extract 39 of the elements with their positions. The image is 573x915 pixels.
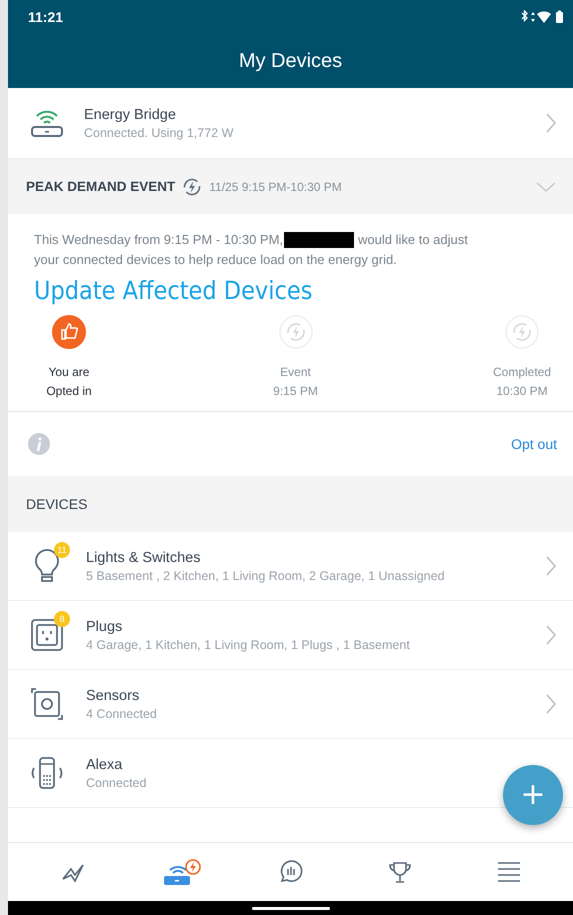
- device-status: 5 Basement , 2 Kitchen, 1 Living Room, 2 Garage, 1 Unassigned: [86, 568, 446, 582]
- section-heading: DEVICES: [26, 496, 88, 512]
- device-name: Sensors: [86, 688, 140, 704]
- step-label: Event 9:15 PM: [273, 364, 318, 400]
- router-icon[interactable]: [162, 858, 202, 886]
- event-message: your connected devices to help reduce load on the energy grid.: [34, 251, 397, 269]
- step-label: Completed 10:30 PM: [492, 364, 552, 400]
- page-title: My Devices: [238, 50, 342, 72]
- step-label: You are Opted in: [46, 364, 92, 400]
- trophy-icon[interactable]: [388, 860, 412, 884]
- menu-icon[interactable]: [496, 861, 520, 883]
- chevron-icon[interactable]: [545, 624, 557, 646]
- add-button[interactable]: +: [503, 765, 563, 825]
- device-status: 4 Garage, 1 Kitchen, 1 Living Room, 1 Plugs , 1 Basement: [86, 638, 411, 652]
- device-status: Connected: [86, 776, 148, 790]
- device-status: Connected. Using 1,772 W: [84, 126, 234, 140]
- status-time: 11:21: [28, 9, 64, 25]
- update-link[interactable]: Update Affected Devices: [34, 276, 312, 305]
- opt-out-link[interactable]: Opt out: [511, 436, 557, 452]
- home-indicator[interactable]: [252, 906, 330, 910]
- sensor-icon: [30, 687, 64, 721]
- router-icon: [30, 108, 64, 138]
- smart-speaker-icon: [30, 756, 64, 790]
- device-name: Energy Bridge: [84, 106, 177, 122]
- chevron-icon[interactable]: [545, 112, 557, 134]
- count-badge: 8: [54, 611, 70, 627]
- event-message: would like to adjust: [358, 231, 468, 249]
- event-message: This Wednesday from 9:15 PM - 10:30 PM,: [34, 231, 284, 249]
- chevron-icon[interactable]: [545, 555, 557, 577]
- device-name: Lights & Switches: [86, 550, 202, 566]
- count-badge: 11: [54, 542, 70, 558]
- device-status: 4 Connected: [86, 706, 158, 720]
- event-time: 11/25 9:15 PM-10:30 PM: [209, 180, 343, 194]
- device-name: Alexa: [86, 756, 124, 772]
- device-name: Plugs: [86, 618, 124, 634]
- lightning-icon: [183, 178, 202, 196]
- chevron-icon[interactable]: [545, 693, 557, 715]
- status-icons: [519, 10, 565, 24]
- event-title: PEAK DEMAND EVENT: [26, 179, 176, 194]
